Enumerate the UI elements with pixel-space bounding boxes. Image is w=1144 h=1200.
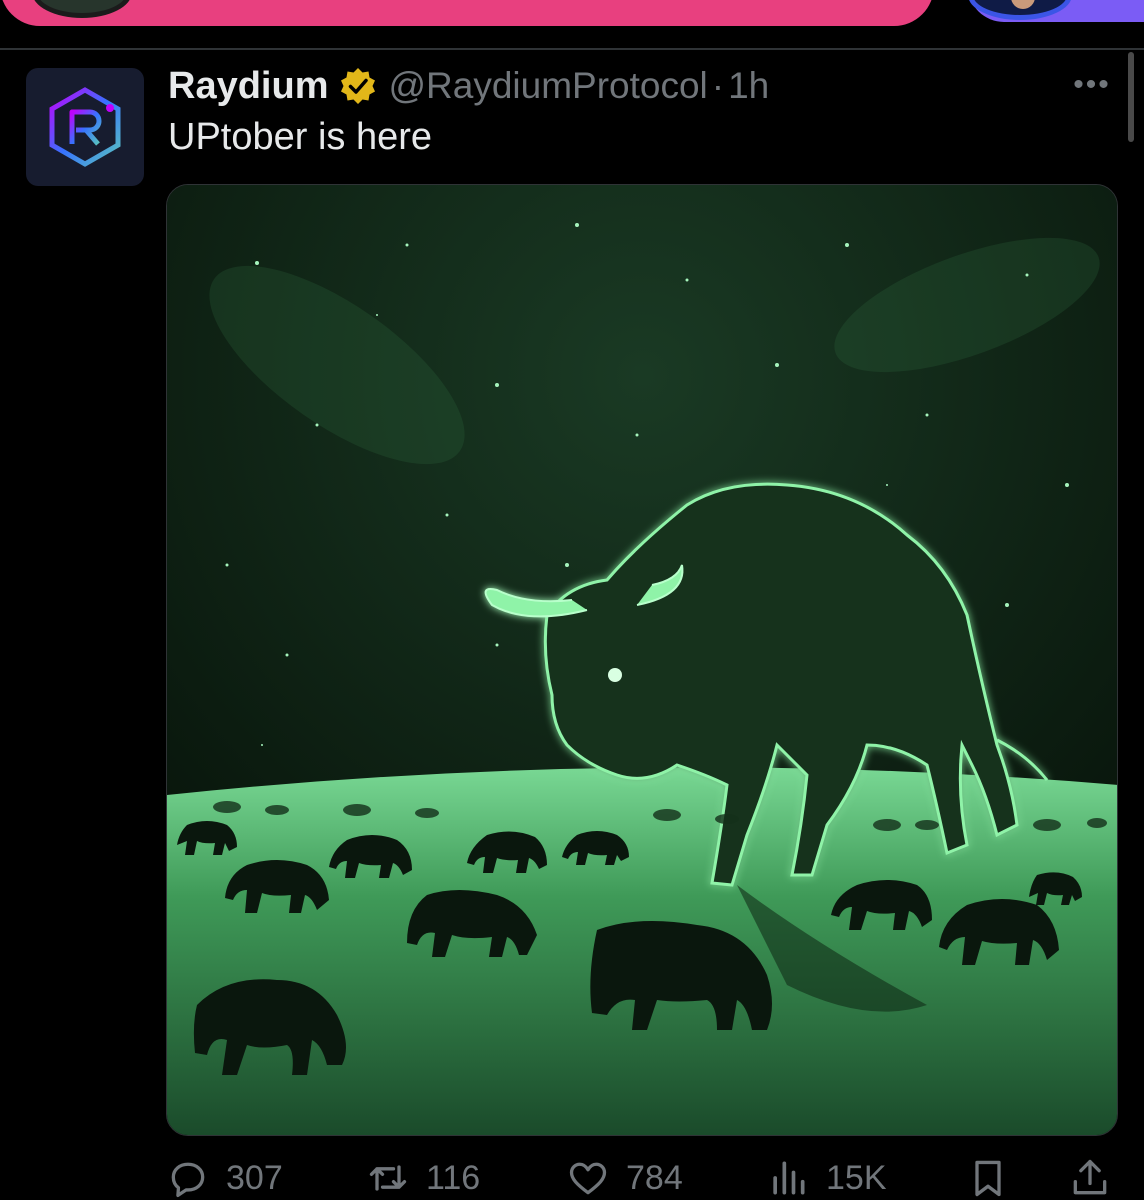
verified-badge-icon[interactable] xyxy=(338,66,378,106)
more-options-icon[interactable]: ••• xyxy=(1070,68,1114,104)
bull-and-bears-illustration xyxy=(167,185,1117,1135)
bookmark-button[interactable] xyxy=(966,1154,1026,1200)
top-stories-bar xyxy=(0,0,1144,48)
reply-button[interactable]: 307 xyxy=(166,1154,283,1200)
share-icon xyxy=(1073,1159,1107,1195)
tweet-actions-bar: 307 116 784 15K xyxy=(166,1154,1126,1200)
share-button[interactable] xyxy=(1068,1154,1128,1200)
tweet-media-image[interactable] xyxy=(166,184,1118,1136)
bookmark-icon xyxy=(975,1160,1001,1197)
separator-dot: · xyxy=(711,65,725,106)
views-button[interactable]: 15K xyxy=(766,1154,887,1200)
retweet-count: 116 xyxy=(426,1158,481,1197)
retweet-icon xyxy=(369,1165,407,1191)
author-name[interactable]: Raydium xyxy=(168,65,328,108)
retweet-button[interactable]: 116 xyxy=(366,1154,480,1200)
tweet-header: Raydium @RaydiumProtocol · 1h xyxy=(168,62,769,110)
author-handle[interactable]: @RaydiumProtocol xyxy=(388,65,707,107)
reply-icon xyxy=(171,1162,205,1198)
views-count: 15K xyxy=(826,1158,887,1197)
like-count: 784 xyxy=(626,1158,683,1197)
tweet-text: UPtober is here xyxy=(168,116,433,158)
author-avatar[interactable] xyxy=(26,68,144,186)
like-button[interactable]: 784 xyxy=(566,1154,683,1200)
views-chart-icon xyxy=(773,1161,805,1195)
raydium-logo-icon xyxy=(49,87,121,167)
page: Raydium @RaydiumProtocol · 1h ••• UPtobe… xyxy=(0,0,1144,1200)
scrollbar[interactable] xyxy=(1128,52,1134,142)
tweet-timestamp[interactable]: 1h xyxy=(728,65,769,107)
heart-icon xyxy=(569,1162,607,1195)
reply-count: 307 xyxy=(226,1158,283,1197)
divider xyxy=(0,48,1144,50)
pink-banner-pill[interactable] xyxy=(0,0,934,26)
